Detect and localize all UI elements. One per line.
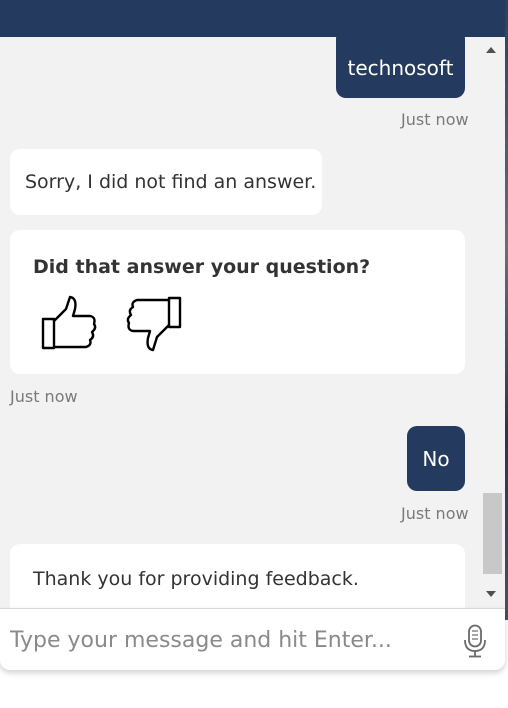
bot-message-text: Sorry, I did not find an answer. <box>25 171 317 193</box>
message-input[interactable] <box>10 623 440 657</box>
message-timestamp: Just now <box>401 110 469 129</box>
bot-message-bubble: Sorry, I did not find an answer. <box>10 149 322 215</box>
user-message-text: No <box>422 446 450 471</box>
user-message-bubble: No <box>407 426 465 491</box>
message-timestamp: Just now <box>10 387 78 406</box>
thumbs-up-icon[interactable] <box>40 295 100 353</box>
message-composer <box>0 608 505 670</box>
feedback-question: Did that answer your question? <box>33 256 371 278</box>
user-message-text: technosoft <box>347 55 454 80</box>
bot-message-bubble: Thank you for providing feedback. <box>10 544 465 608</box>
chat-header <box>0 0 505 37</box>
microphone-icon[interactable] <box>462 624 488 658</box>
thumbs-down-icon[interactable] <box>124 295 184 353</box>
scrollbar-thumb[interactable] <box>483 493 502 574</box>
chat-transcript: technosoft Just now Sorry, I did not fin… <box>0 37 505 608</box>
chat-scrollbar[interactable] <box>481 37 505 608</box>
scroll-up-arrow-icon[interactable] <box>486 47 496 53</box>
message-timestamp: Just now <box>401 504 469 523</box>
scroll-down-arrow-icon[interactable] <box>486 591 496 597</box>
bot-message-text: Thank you for providing feedback. <box>33 568 359 590</box>
feedback-card: Did that answer your question? <box>10 230 465 374</box>
user-message-bubble: technosoft <box>336 37 465 98</box>
